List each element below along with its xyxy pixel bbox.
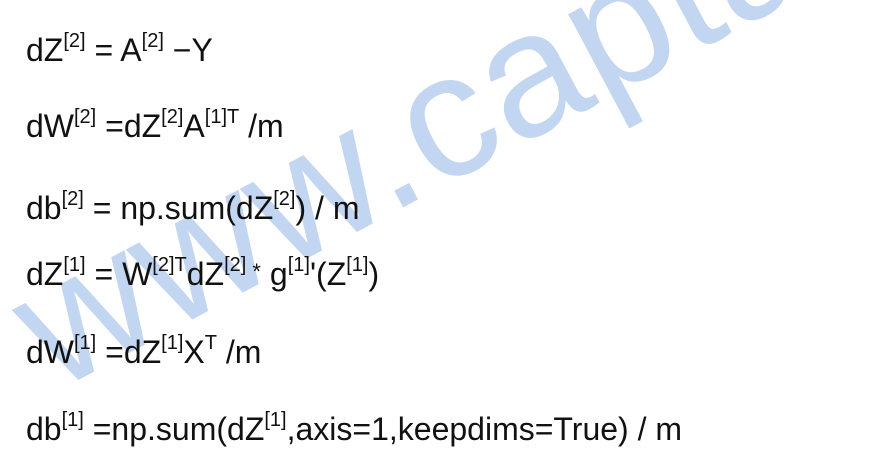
eq5-term-b: X bbox=[183, 334, 205, 370]
eq6-term-a-sup: [1] bbox=[264, 409, 287, 431]
eq3-equals: = bbox=[83, 190, 121, 226]
equation-dz2: dZ[2] = A[2] −Y bbox=[26, 31, 213, 68]
eq3-lhs-sup: [2] bbox=[61, 188, 84, 210]
eq4-equals: = bbox=[85, 256, 123, 292]
eq4-lhs-sup: [1] bbox=[63, 254, 86, 276]
eq1-term-b: −Y bbox=[163, 32, 213, 68]
equation-dw2: dW[2] =dZ[2]A[1]T /m bbox=[26, 107, 284, 144]
eq3-term-a-sup: [2] bbox=[273, 188, 296, 210]
eq2-equals: = bbox=[96, 108, 124, 144]
eq4-term-d: '(Z bbox=[309, 256, 347, 292]
eq4-multiply-operator: * bbox=[246, 259, 261, 284]
eq6-term-a: np.sum(dZ bbox=[111, 411, 265, 447]
eq4-lhs: dZ bbox=[26, 256, 64, 292]
eq5-lhs: dW bbox=[26, 334, 74, 370]
eq6-equals: = bbox=[83, 411, 112, 447]
eq4-term-b: dZ bbox=[186, 256, 225, 292]
eq2-lhs: dW bbox=[26, 108, 74, 144]
equation-dw1: dW[1] =dZ[1]XT /m bbox=[26, 333, 262, 370]
eq2-term-a-sup: [2] bbox=[161, 106, 184, 128]
eq5-term-a-sup: [1] bbox=[161, 332, 184, 354]
equation-db2: db[2] = np.sum(dZ[2]) / m bbox=[26, 189, 360, 226]
eq2-lhs-sup: [2] bbox=[74, 106, 97, 128]
eq1-lhs: dZ bbox=[26, 32, 64, 68]
eq2-term-b-sup: [1]T bbox=[204, 106, 240, 128]
eq4-term-a: W bbox=[122, 256, 153, 292]
eq3-term-a: np.sum(dZ bbox=[120, 190, 274, 226]
eq6-lhs-sup: [1] bbox=[61, 409, 84, 431]
eq4-term-a-sup: [2]T bbox=[152, 254, 187, 276]
equation-db1: db[1] =np.sum(dZ[1],axis=1,keepdims=True… bbox=[26, 410, 683, 447]
eq2-term-b: A bbox=[183, 108, 205, 144]
eq6-lhs: db bbox=[26, 411, 62, 447]
eq4-term-d-sup: [1] bbox=[346, 254, 369, 276]
eq5-term-a: dZ bbox=[123, 334, 162, 370]
eq4-term-b-sup: [2] bbox=[224, 254, 247, 276]
eq5-lhs-sup: [1] bbox=[74, 332, 97, 354]
eq1-lhs-sup: [2] bbox=[63, 30, 86, 52]
eq4-term-e: ) bbox=[368, 256, 380, 292]
eq6-term-b: ,axis=1,keepdims=True) / m bbox=[286, 411, 683, 447]
eq5-equals: = bbox=[96, 334, 124, 370]
eq1-term-a-sup: [2] bbox=[141, 30, 164, 52]
eq1-term-a: A bbox=[120, 32, 142, 68]
equation-dz1: dZ[1] = W[2]TdZ[2] * g[1]'(Z[1]) bbox=[26, 255, 380, 292]
eq3-term-b: ) / m bbox=[295, 190, 360, 226]
eq3-lhs: db bbox=[26, 190, 62, 226]
eq5-term-c: /m bbox=[216, 334, 262, 370]
eq4-term-c-sup: [1] bbox=[287, 254, 310, 276]
equation-canvas: www.captainbe dZ[2] = A[2] −Y dW[2] =dZ[… bbox=[0, 0, 884, 458]
eq2-term-c: /m bbox=[239, 108, 284, 144]
eq1-equals: = bbox=[85, 32, 121, 68]
eq5-term-b-sup: T bbox=[204, 332, 217, 354]
eq2-term-a: dZ bbox=[123, 108, 162, 144]
eq4-term-c: g bbox=[261, 256, 288, 292]
